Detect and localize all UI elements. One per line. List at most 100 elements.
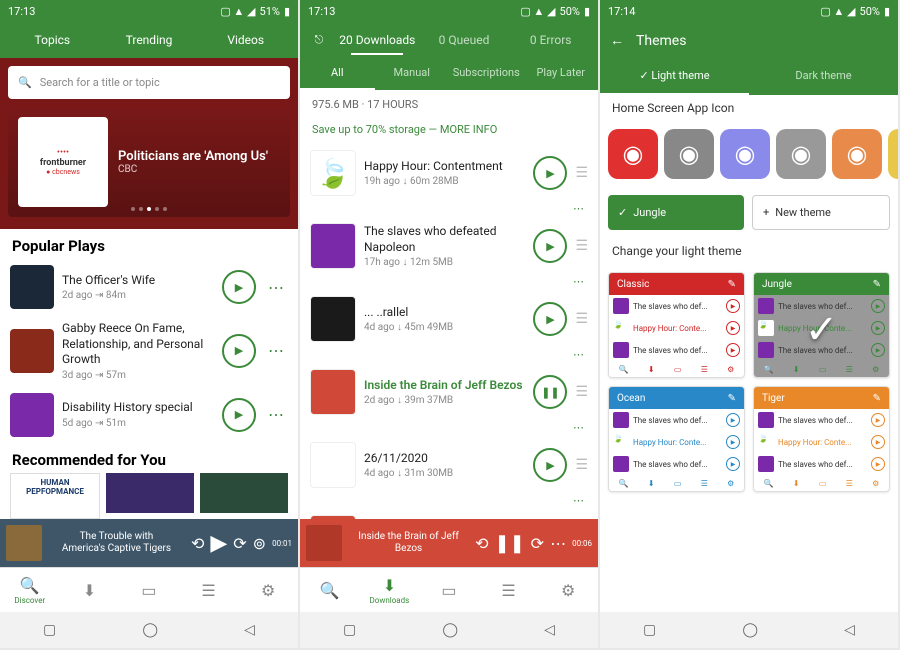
forward-icon[interactable]: ⟳ — [233, 534, 246, 553]
app-icon-option[interactable]: ◉ — [888, 129, 898, 179]
episode-meta: 2d ago ⇥ 84m — [62, 290, 214, 301]
player-thumb — [6, 525, 42, 561]
episode-thumb — [10, 393, 54, 437]
forward-icon[interactable]: ⟳ — [531, 534, 544, 553]
episode-thumb — [10, 329, 54, 373]
reorder-icon[interactable]: ☰ — [575, 238, 588, 254]
hero-thumb: •••• frontburner ● cbcnews — [18, 117, 108, 207]
nav-discover[interactable]: 🔍Discover — [0, 568, 60, 612]
theme-card-classic[interactable]: Classic✎The slaves who def...▶🍃Happy Hou… — [608, 272, 745, 378]
reorder-icon[interactable]: ☰ — [575, 311, 588, 327]
tab-queued[interactable]: 0 Queued — [421, 25, 508, 55]
subtab-manual[interactable]: Manual — [375, 58, 450, 90]
play-icon[interactable]: ▶ — [210, 531, 227, 556]
more-icon[interactable]: ⋯ — [300, 421, 598, 436]
current-theme-button[interactable]: ✓Jungle — [608, 195, 744, 230]
edit-icon[interactable]: ✎ — [728, 279, 736, 290]
download-row[interactable]: ... ..rallel4d ago ↓ 45m 49MB▶☰ — [300, 290, 598, 348]
play-button[interactable]: ▶ — [533, 229, 567, 263]
tab-downloads[interactable]: 20 Downloads — [334, 25, 421, 55]
subtab-playlater[interactable]: Play Later — [524, 58, 599, 90]
download-row[interactable]: Inside the Brain of Jeff Bezos2d ago ↓ 3… — [300, 363, 598, 421]
theme-card-tiger[interactable]: Tiger✎The slaves who def...▶🍃Happy Hour:… — [753, 386, 890, 492]
phone-downloads: 17:13 ▢ ▲ ◢ 50% ▮ ⎋ 20 Downloads 0 Queue… — [300, 0, 598, 648]
more-icon[interactable]: ⋯ — [264, 405, 288, 424]
tab-topics[interactable]: Topics — [4, 25, 101, 55]
download-row[interactable]: 26/11/20204d ago ↓ 31m 30MB▶☰ — [300, 436, 598, 494]
nav-settings[interactable]: ⚙ — [238, 568, 298, 612]
back-arrow-icon[interactable]: ← — [610, 32, 624, 49]
episode-meta: 2d ago ↓ 39m 37MB — [364, 395, 525, 406]
more-icon[interactable]: ⋯ — [300, 202, 598, 217]
more-icon[interactable]: ⋯ — [300, 275, 598, 290]
play-button[interactable]: ▶ — [533, 448, 567, 482]
nav-discover[interactable]: 🔍 — [300, 568, 360, 612]
new-theme-button[interactable]: +New theme — [752, 195, 890, 230]
download-row[interactable]: The slaves who defeated Napoleon17h ago … — [300, 217, 598, 275]
reorder-icon[interactable]: ☰ — [575, 384, 588, 400]
subtab-all[interactable]: All — [300, 58, 375, 90]
tab-light[interactable]: ✓ Light theme — [600, 59, 749, 95]
tab-videos[interactable]: Videos — [197, 25, 294, 55]
app-icon-option[interactable]: ◉ — [720, 129, 770, 179]
back-icon[interactable]: ◁ — [244, 622, 255, 638]
theme-card-jungle[interactable]: Jungle✎The slaves who def...▶🍃Happy Hour… — [753, 272, 890, 378]
change-theme-heading: Change your light theme — [600, 238, 898, 264]
theme-card-ocean[interactable]: Ocean✎The slaves who def...▶🍃Happy Hour:… — [608, 386, 745, 492]
episode-thumb — [310, 369, 356, 415]
app-icon-option[interactable]: ◉ — [776, 129, 826, 179]
mini-player[interactable]: Inside the Brain of Jeff Bezos ⟲ ❚❚ ⟳ ⋯ … — [300, 519, 598, 567]
app-icon-option[interactable]: ◉ — [664, 129, 714, 179]
player-thumb — [306, 525, 342, 561]
episode-row[interactable]: Disability History special5d ago ⇥ 51m▶⋯ — [0, 387, 298, 443]
edit-icon[interactable]: ✎ — [873, 279, 881, 290]
nav-library[interactable]: ▭ — [119, 568, 179, 612]
play-button[interactable]: ▶ — [222, 270, 256, 304]
app-icon-option[interactable]: ◉ — [832, 129, 882, 179]
rewind-icon[interactable]: ⟲ — [475, 534, 488, 553]
pause-icon[interactable]: ❚❚ — [495, 533, 525, 554]
episode-row[interactable]: The Officer's Wife2d ago ⇥ 84m▶⋯ — [0, 259, 298, 315]
more-icon[interactable]: ⋯ — [300, 494, 598, 509]
rewind-icon[interactable]: ⟲ — [191, 534, 204, 553]
play-button[interactable]: ▶ — [222, 334, 256, 368]
recents-icon[interactable]: ▢ — [43, 622, 56, 638]
storage-promo[interactable]: Save up to 70% storage — MORE INFO — [300, 119, 598, 144]
nav-playlists[interactable]: ☰ — [179, 568, 239, 612]
nav-playlists[interactable]: ☰ — [479, 568, 539, 612]
subtab-subscriptions[interactable]: Subscriptions — [449, 58, 524, 90]
edit-icon[interactable]: ✎ — [728, 393, 736, 404]
nav-settings[interactable]: ⚙ — [538, 568, 598, 612]
episode-meta: 4d ago ↓ 31m 30MB — [364, 468, 525, 479]
app-icon-option[interactable]: ◉ — [608, 129, 658, 179]
more-icon[interactable]: ⋯ — [550, 534, 566, 553]
more-icon[interactable]: ⋯ — [264, 341, 288, 360]
search-input[interactable]: 🔍 Search for a title or topic — [8, 66, 290, 99]
play-button[interactable]: ▶ — [533, 302, 567, 336]
play-button[interactable]: ▶ — [222, 398, 256, 432]
download-row[interactable]: 🍃Happy Hour: Contentment19h ago ↓ 60m 28… — [300, 144, 598, 202]
tab-errors[interactable]: 0 Errors — [507, 25, 594, 55]
more-icon[interactable]: ⋯ — [300, 348, 598, 363]
nav-library[interactable]: ▭ — [419, 568, 479, 612]
episode-row[interactable]: Gabby Reece On Fame, Relationship, and P… — [0, 315, 298, 387]
filter-icon[interactable]: ⎋ — [304, 33, 334, 47]
reorder-icon[interactable]: ☰ — [575, 165, 588, 181]
reorder-icon[interactable]: ☰ — [575, 457, 588, 473]
play-button[interactable]: ▶ — [533, 156, 567, 190]
download-row[interactable]: Listen Again: Making Amends▶☰ — [300, 509, 598, 519]
play-button[interactable]: ❚❚ — [533, 375, 567, 409]
home-icon[interactable]: ◯ — [142, 622, 158, 638]
edit-icon[interactable]: ✎ — [873, 393, 881, 404]
tab-dark[interactable]: Dark theme — [749, 59, 898, 95]
bottom-nav: 🔍 ⬇Downloads ▭ ☰ ⚙ — [300, 567, 598, 612]
hero-card[interactable]: •••• frontburner ● cbcnews Politicians a… — [8, 107, 290, 217]
nav-downloads[interactable]: ⬇Downloads — [360, 568, 420, 612]
tab-trending[interactable]: Trending — [101, 25, 198, 55]
episode-meta: 3d ago ⇥ 57m — [62, 370, 214, 381]
bottom-nav: 🔍Discover ⬇ ▭ ☰ ⚙ — [0, 567, 298, 612]
more-icon[interactable]: ⋯ — [264, 278, 288, 297]
mini-player[interactable]: The Trouble withAmerica's Captive Tigers… — [0, 519, 298, 567]
cast-icon[interactable]: ⊚ — [253, 534, 266, 553]
nav-downloads[interactable]: ⬇ — [60, 568, 120, 612]
